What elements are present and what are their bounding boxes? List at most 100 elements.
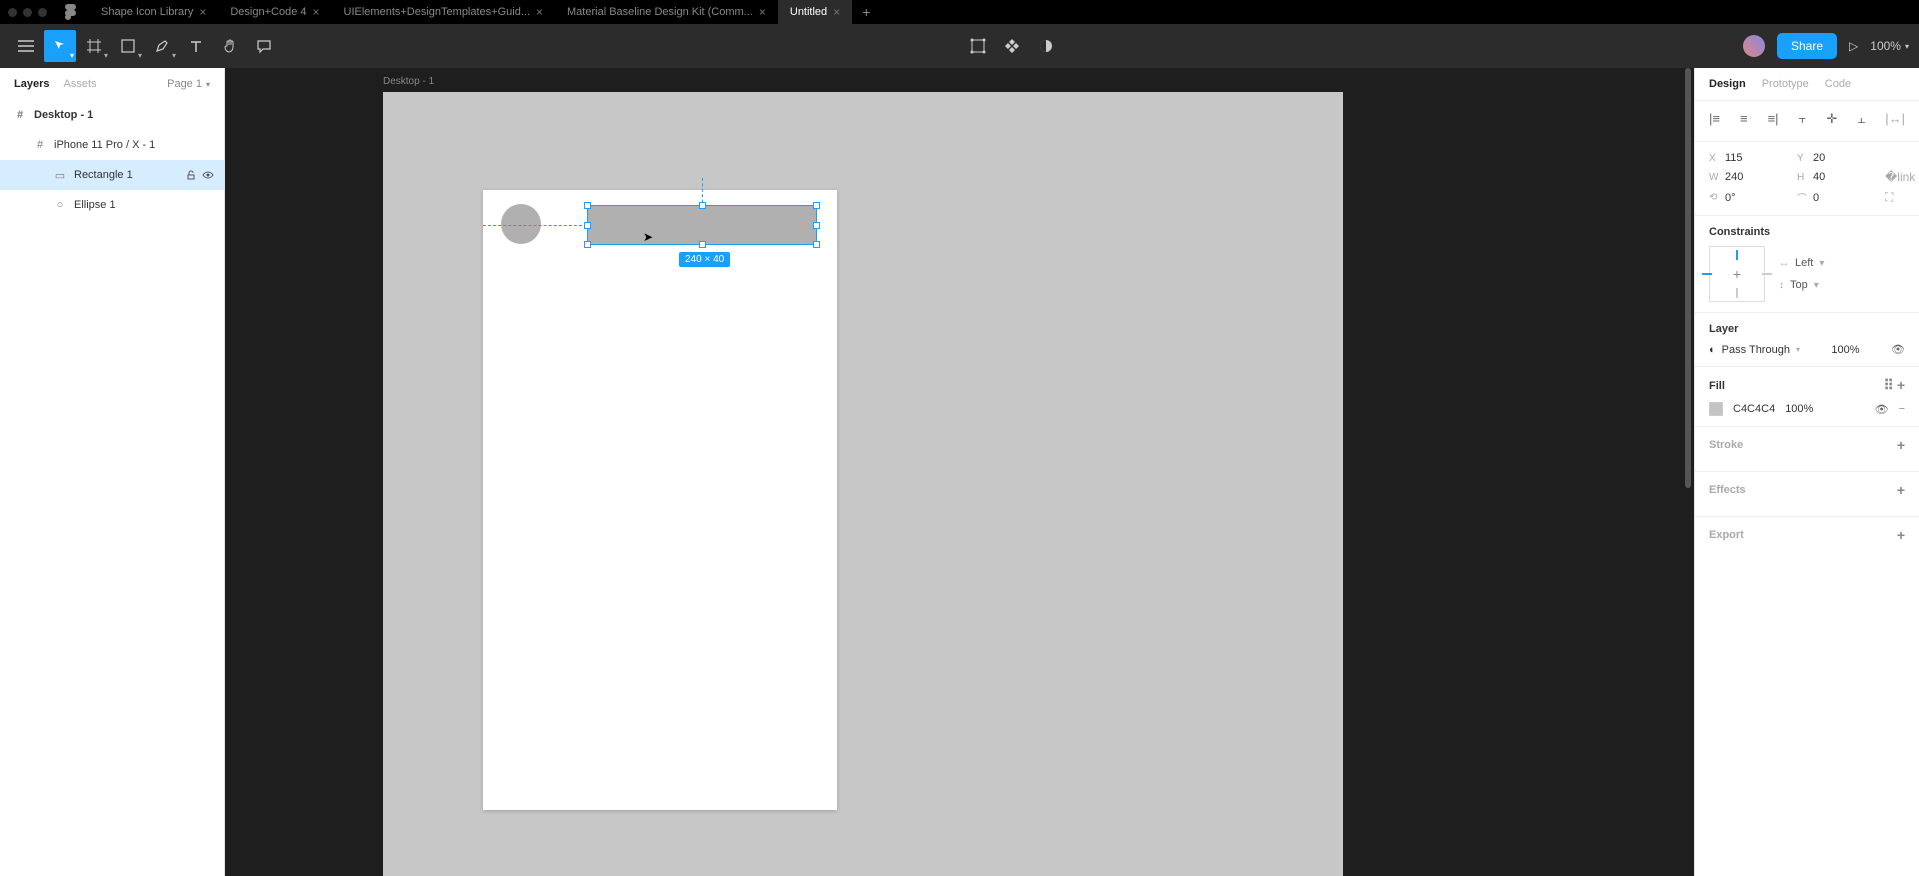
tab-untitled[interactable]: Untitled× (778, 0, 852, 24)
resize-handle[interactable] (813, 222, 820, 229)
canvas-ellipse[interactable] (501, 204, 541, 244)
unlock-icon[interactable] (186, 170, 196, 180)
tab-ui-elements[interactable]: UIElements+DesignTemplates+Guid...× (332, 0, 556, 24)
layer-section: Layer ◐ Pass Through ▾ 100% 👁 (1695, 313, 1919, 367)
share-button[interactable]: Share (1777, 33, 1837, 59)
layer-tree: # Desktop - 1 # iPhone 11 Pro / X - 1 ▭ … (0, 100, 224, 220)
selection-dimensions-badge: 240 × 40 (679, 252, 730, 267)
layers-panel-header: Layers Assets Page 1▾ (0, 68, 224, 100)
tab-shape-icon-library[interactable]: Shape Icon Library× (89, 0, 218, 24)
tab-design[interactable]: Design (1709, 78, 1746, 90)
resize-handle[interactable] (584, 202, 591, 209)
resize-handle[interactable] (813, 241, 820, 248)
eye-icon[interactable]: 👁 (1875, 403, 1889, 416)
close-icon[interactable]: × (759, 5, 766, 19)
fill-hex-field[interactable]: C4C4C4 (1733, 403, 1775, 415)
canvas-scrollbar[interactable] (1685, 68, 1691, 876)
tab-prototype[interactable]: Prototype (1762, 78, 1809, 90)
distribute-icon[interactable]: |↔| (1885, 111, 1905, 127)
fill-opacity-field[interactable]: 100% (1785, 403, 1813, 415)
remove-fill-button[interactable]: − (1899, 403, 1905, 415)
toolbar-right: Share ▷ 100%▾ (1743, 33, 1909, 59)
new-tab-button[interactable]: + (852, 4, 880, 20)
move-tool[interactable]: ▾ (44, 30, 76, 62)
constrain-proportions-icon[interactable]: �link (1885, 170, 1905, 184)
align-right-icon[interactable]: ≡| (1768, 111, 1779, 127)
add-effect-button[interactable]: + (1897, 482, 1905, 498)
canvas-rectangle-selected[interactable] (587, 205, 817, 245)
constraints-widget[interactable]: + (1709, 246, 1765, 302)
close-icon[interactable]: × (199, 5, 206, 19)
assets-tab[interactable]: Assets (63, 78, 96, 90)
constraint-top-indicator[interactable] (1736, 250, 1738, 260)
w-field[interactable]: W240 (1709, 171, 1787, 183)
blend-icon: ◐ (1709, 344, 1716, 356)
tab-code[interactable]: Code (1825, 78, 1851, 90)
user-avatar[interactable] (1743, 35, 1765, 57)
layer-row-ellipse[interactable]: ○ Ellipse 1 (0, 190, 224, 220)
frame-iphone[interactable] (483, 190, 837, 810)
opacity-field[interactable]: 100% (1831, 344, 1859, 356)
add-stroke-button[interactable]: + (1897, 437, 1905, 453)
independent-corners-icon[interactable]: ⛶ (1885, 190, 1905, 205)
rotation-field[interactable]: ⟲0° (1709, 192, 1787, 204)
constraint-h-select[interactable]: ↔Left▾ (1779, 257, 1824, 269)
close-icon[interactable]: × (536, 5, 543, 19)
figma-logo-icon[interactable] (63, 4, 79, 20)
resize-handle[interactable] (584, 222, 591, 229)
zoom-control[interactable]: 100%▾ (1870, 39, 1909, 53)
eye-icon[interactable] (202, 170, 214, 180)
maximize-dot[interactable] (38, 8, 47, 17)
close-icon[interactable]: × (313, 5, 320, 19)
component-icon[interactable] (1004, 38, 1020, 54)
canvas-frame-label[interactable]: Desktop - 1 (383, 76, 434, 87)
radius-field[interactable]: ⌒0 (1797, 190, 1875, 205)
edit-object-icon[interactable] (970, 38, 986, 54)
layer-row-rectangle[interactable]: ▭ Rectangle 1 (0, 160, 224, 190)
pen-tool[interactable]: ▾ (146, 30, 178, 62)
page-selector[interactable]: Page 1▾ (167, 78, 210, 90)
layer-row-desktop[interactable]: # Desktop - 1 (0, 100, 224, 130)
scrollbar-thumb[interactable] (1685, 68, 1691, 488)
chevron-down-icon: ▾ (138, 51, 142, 60)
present-button[interactable]: ▷ (1849, 39, 1858, 53)
align-bottom-icon[interactable]: ⫠ (1857, 111, 1865, 127)
align-vcenter-icon[interactable]: ✛ (1826, 111, 1837, 127)
eye-icon[interactable]: 👁 (1891, 343, 1905, 356)
mask-icon[interactable] (1038, 38, 1054, 54)
tab-material-baseline[interactable]: Material Baseline Design Kit (Comm...× (555, 0, 778, 24)
h-field[interactable]: H40 (1797, 171, 1875, 183)
blend-mode-select[interactable]: ◐ Pass Through ▾ (1709, 344, 1800, 356)
add-export-button[interactable]: + (1897, 527, 1905, 543)
constraint-right-indicator[interactable] (1762, 273, 1772, 275)
minimize-dot[interactable] (23, 8, 32, 17)
align-top-icon[interactable]: ⫟ (1799, 111, 1807, 127)
resize-handle[interactable] (584, 241, 591, 248)
close-icon[interactable]: × (833, 5, 840, 19)
add-fill-button[interactable]: + (1897, 377, 1905, 393)
layer-row-iphone[interactable]: # iPhone 11 Pro / X - 1 (0, 130, 224, 160)
layers-tab[interactable]: Layers (14, 78, 49, 90)
tab-design-code[interactable]: Design+Code 4× (218, 0, 331, 24)
hand-tool[interactable] (214, 30, 246, 62)
frame-tool[interactable]: ▾ (78, 30, 110, 62)
align-hcenter-icon[interactable]: ≡ (1740, 111, 1748, 127)
resize-handle[interactable] (699, 202, 706, 209)
constraint-bottom-indicator[interactable] (1736, 288, 1738, 298)
style-icon[interactable]: ⠿ (1883, 377, 1893, 393)
close-dot[interactable] (8, 8, 17, 17)
x-field[interactable]: X115 (1709, 152, 1787, 164)
shape-tool[interactable]: ▾ (112, 30, 144, 62)
text-tool[interactable] (180, 30, 212, 62)
constraint-left-indicator[interactable] (1702, 273, 1712, 275)
menu-button[interactable] (10, 30, 42, 62)
y-field[interactable]: Y20 (1797, 152, 1875, 164)
comment-tool[interactable] (248, 30, 280, 62)
constraint-v-select[interactable]: ↕Top▾ (1779, 279, 1824, 291)
canvas[interactable]: Desktop - 1 240 × 40 ➤ (225, 68, 1694, 876)
align-left-icon[interactable]: |≡ (1709, 111, 1720, 127)
resize-handle[interactable] (699, 241, 706, 248)
resize-handle[interactable] (813, 202, 820, 209)
toolbar-center (970, 38, 1054, 54)
fill-swatch[interactable] (1709, 402, 1723, 416)
